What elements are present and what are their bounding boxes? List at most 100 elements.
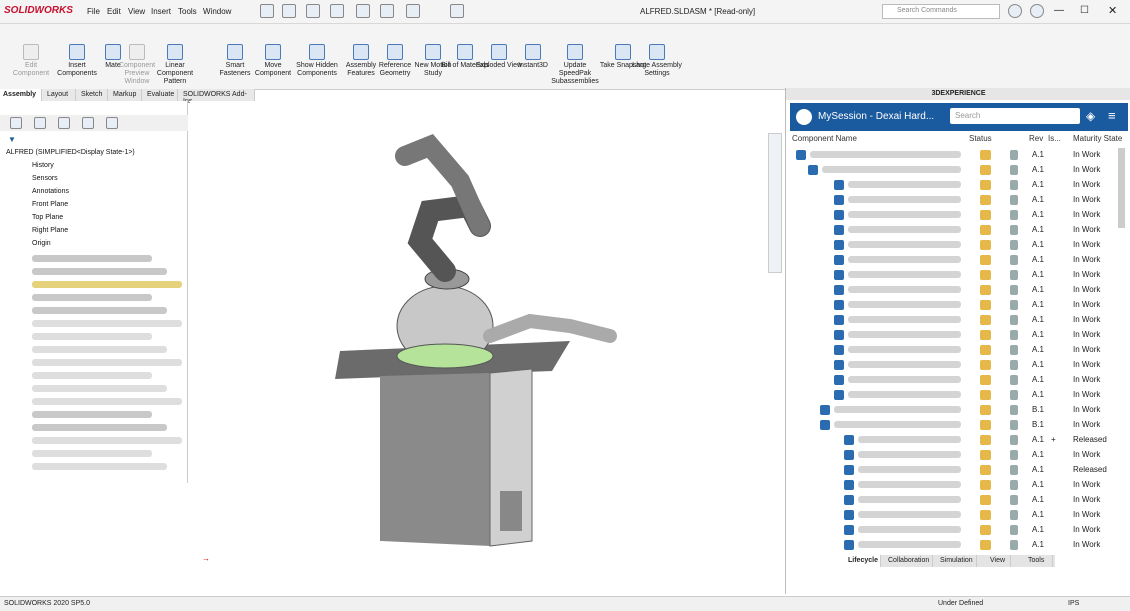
table-row[interactable]: A.1 Released [786, 462, 1126, 477]
tree-component-item[interactable] [32, 372, 152, 379]
table-row[interactable]: A.1 In Work [786, 507, 1126, 522]
tab-view[interactable]: View [987, 555, 1011, 567]
display-manager-icon[interactable] [106, 117, 118, 129]
tag-icon[interactable]: ◈ [1086, 109, 1095, 123]
cmd-edit-component-button[interactable]: Edit Component [6, 24, 56, 86]
col-component-name[interactable]: Component Name [792, 134, 857, 143]
graphics-area[interactable]: → [190, 101, 782, 593]
tree-top-plane[interactable]: Top Plane [32, 214, 63, 221]
tab-markup[interactable]: Markup [110, 89, 142, 101]
tree-component-item[interactable] [32, 411, 152, 418]
property-manager-icon[interactable] [34, 117, 46, 129]
col-maturity[interactable]: Maturity State [1073, 134, 1122, 143]
tree-sensors[interactable]: Sensors [32, 175, 58, 182]
tab-tools[interactable]: Tools [1025, 555, 1053, 567]
minimize-icon[interactable]: — [1054, 5, 1064, 16]
table-row[interactable]: A.1 In Work [786, 327, 1126, 342]
print-icon[interactable] [356, 4, 370, 18]
table-row[interactable]: A.1 In Work [786, 252, 1126, 267]
table-row[interactable]: B.1 In Work [786, 417, 1126, 432]
table-row[interactable]: A.1 In Work [786, 342, 1126, 357]
help-icon[interactable] [1008, 4, 1022, 18]
configuration-icon[interactable] [58, 117, 70, 129]
table-row[interactable]: A.1 In Work [786, 237, 1126, 252]
tab-sketch[interactable]: Sketch [78, 89, 108, 101]
rebuild-icon[interactable] [450, 4, 464, 18]
tab-addins[interactable]: SOLIDWORKS Add-Ins [180, 89, 255, 105]
table-row[interactable]: A.1 In Work [786, 522, 1126, 537]
tree-component-item[interactable] [32, 307, 167, 314]
table-row[interactable]: A.1 In Work [786, 162, 1126, 177]
table-row[interactable]: A.1 In Work [786, 222, 1126, 237]
col-status[interactable]: Status [969, 134, 992, 143]
cmd-linear-component-pattern-button[interactable]: Linear Component Pattern [150, 24, 200, 86]
table-row[interactable]: A.1 In Work [786, 447, 1126, 462]
cmd-large-assembly-settings-button[interactable]: Large Assembly Settings [632, 24, 682, 86]
table-row[interactable]: A.1 In Work [786, 387, 1126, 402]
cmd-update-speedpak-subassemblies-button[interactable]: Update SpeedPak Subassemblies [550, 24, 600, 86]
table-row[interactable]: A.1 In Work [786, 147, 1126, 162]
tab-simulation[interactable]: Simulation [937, 555, 977, 567]
dimxpert-icon[interactable] [82, 117, 94, 129]
tab-collaboration[interactable]: Collaboration [885, 555, 933, 567]
units-text[interactable]: IPS [1068, 600, 1079, 607]
tree-component-item[interactable] [32, 437, 182, 444]
tree-component-item[interactable] [32, 398, 182, 405]
col-is[interactable]: Is... [1048, 134, 1061, 143]
undo-icon[interactable] [380, 4, 394, 18]
tab-assembly[interactable]: Assembly [0, 89, 42, 101]
tree-right-plane[interactable]: Right Plane [32, 227, 68, 234]
tree-component-item[interactable] [32, 346, 167, 353]
tree-component-item[interactable] [32, 359, 182, 366]
table-row[interactable]: B.1 In Work [786, 402, 1126, 417]
table-row[interactable]: A.1 + Released [786, 432, 1126, 447]
cmd-move-component-button[interactable]: Move Component [248, 24, 298, 86]
filter-icon[interactable]: ▼ [8, 135, 16, 144]
tree-component-item[interactable] [32, 463, 167, 470]
table-row[interactable]: A.1 In Work [786, 297, 1126, 312]
table-row[interactable]: A.1 In Work [786, 357, 1126, 372]
table-row[interactable]: A.1 In Work [786, 207, 1126, 222]
scrollbar[interactable] [1118, 148, 1125, 228]
table-row[interactable]: A.1 In Work [786, 282, 1126, 297]
tree-origin[interactable]: Origin [32, 240, 51, 247]
save-icon[interactable] [330, 4, 344, 18]
tree-front-plane[interactable]: Front Plane [32, 201, 68, 208]
table-row[interactable]: A.1 In Work [786, 192, 1126, 207]
tree-component-item[interactable] [32, 385, 167, 392]
table-row[interactable]: A.1 In Work [786, 477, 1126, 492]
tab-layout[interactable]: Layout [44, 89, 76, 101]
table-row[interactable]: A.1 In Work [786, 177, 1126, 192]
tab-evaluate[interactable]: Evaluate [144, 89, 178, 101]
new-file-icon[interactable] [282, 4, 296, 18]
table-row[interactable]: A.1 In Work [786, 312, 1126, 327]
menu-icon[interactable]: ≡ [1108, 108, 1116, 123]
tree-component-item[interactable] [32, 450, 152, 457]
menu-window[interactable]: Window [203, 7, 231, 16]
open-icon[interactable] [306, 4, 320, 18]
home-icon[interactable] [260, 4, 274, 18]
menu-tools[interactable]: Tools [178, 7, 197, 16]
restore-icon[interactable]: ☐ [1080, 5, 1089, 16]
tree-component-item[interactable] [32, 320, 182, 327]
close-icon[interactable]: ✕ [1108, 4, 1117, 17]
tree-component-item[interactable] [32, 333, 152, 340]
menu-view[interactable]: View [128, 7, 145, 16]
session-name[interactable]: MySession - Dexai Hard... [818, 111, 934, 122]
tree-root[interactable]: ALFRED (SIMPLIFIED<Display State-1>) [6, 149, 135, 156]
cmd-show-hidden-components-button[interactable]: Show Hidden Components [292, 24, 342, 86]
tree-component-item[interactable] [32, 294, 152, 301]
search-commands-input[interactable]: Search Commands [882, 4, 1000, 19]
tree-component-item[interactable] [32, 281, 182, 288]
tree-component-item[interactable] [32, 255, 152, 262]
tab-lifecycle[interactable]: Lifecycle [845, 555, 881, 567]
tree-component-item[interactable] [32, 268, 167, 275]
select-icon[interactable] [406, 4, 420, 18]
user-icon[interactable] [1030, 4, 1044, 18]
tree-annotations[interactable]: Annotations [32, 188, 69, 195]
table-row[interactable]: A.1 In Work [786, 492, 1126, 507]
menu-insert[interactable]: Insert [151, 7, 171, 16]
table-row[interactable]: A.1 In Work [786, 372, 1126, 387]
panel-search-input[interactable]: Search [950, 108, 1080, 124]
tree-component-item[interactable] [32, 424, 167, 431]
